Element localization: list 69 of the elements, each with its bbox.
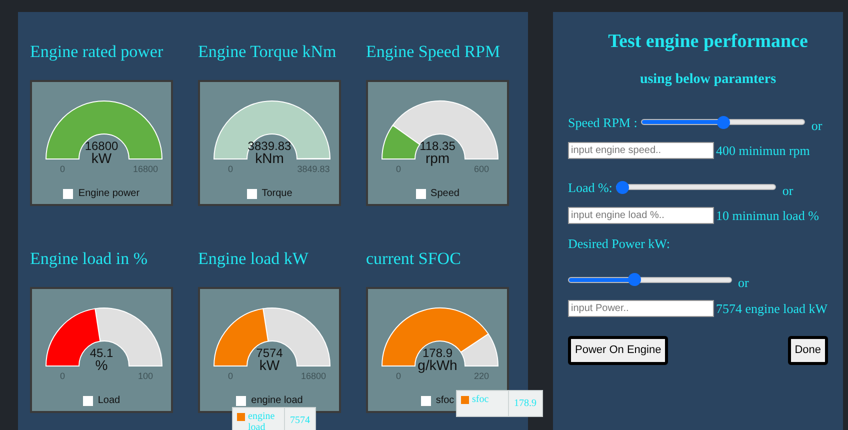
gauge-max: 100 xyxy=(138,371,154,381)
tooltip-label: sfoc xyxy=(472,394,489,405)
legend-checkbox[interactable] xyxy=(416,188,426,198)
gauge-title: Engine rated power xyxy=(30,41,164,63)
gauge-title: Engine Speed RPM xyxy=(366,41,500,63)
gauge-unit: kW xyxy=(91,152,112,164)
gauge-unit: % xyxy=(95,359,108,371)
gauge-min: 0 xyxy=(396,371,401,381)
legend-label: Load xyxy=(98,394,120,408)
gauge-max: 220 xyxy=(474,371,490,381)
slider-thumb[interactable] xyxy=(616,180,630,194)
gauge-max: 3849.83 xyxy=(297,164,330,174)
input-field[interactable]: input engine load %.. xyxy=(568,207,714,224)
or-label: or xyxy=(738,274,749,292)
action-button[interactable]: Done xyxy=(788,336,828,364)
tooltip-value: 178.9 xyxy=(513,397,538,411)
gauge-value: 7574 xyxy=(256,347,283,359)
gauge-value: 178.9 xyxy=(422,347,453,359)
panel-title: Test engine performance xyxy=(607,30,809,54)
gauge-min: 0 xyxy=(228,164,233,174)
gauge-title: current SFOC xyxy=(366,248,461,270)
slider-label: Load %: xyxy=(568,178,612,196)
slider-thumb[interactable] xyxy=(628,273,642,286)
legend-label: sfoc xyxy=(436,394,454,408)
legend-label: engine load xyxy=(251,394,303,408)
gauge-max: 600 xyxy=(474,164,490,174)
field-note: 400 minimun rpm xyxy=(716,142,810,160)
gauge-max: 16800 xyxy=(132,164,158,174)
gauge-max: 16800 xyxy=(300,371,326,381)
tooltip-value: 7574 xyxy=(289,414,311,428)
or-label: or xyxy=(811,116,822,134)
input-field[interactable]: input Power.. xyxy=(568,300,714,317)
gauge-value: 16800 xyxy=(84,140,118,152)
slider-thumb[interactable] xyxy=(716,116,730,129)
input-field[interactable]: input engine speed.. xyxy=(568,142,714,160)
gauge-title: Engine load in % xyxy=(30,248,148,270)
field-note: 10 minimun load % xyxy=(716,207,819,225)
gauge-min: 0 xyxy=(396,164,401,174)
legend-label: Engine power xyxy=(78,187,140,201)
or-label: or xyxy=(782,182,794,200)
gauge-unit: rpm xyxy=(425,152,450,164)
tooltip-swatch xyxy=(461,396,469,404)
gauge-min: 0 xyxy=(60,371,65,381)
legend-checkbox[interactable] xyxy=(236,396,246,406)
gauge-unit: g/kWh xyxy=(418,359,458,371)
slider-label: Speed RPM : xyxy=(568,114,638,132)
action-button[interactable]: Power On Engine xyxy=(568,336,668,364)
gauge-unit: kNm xyxy=(255,152,284,164)
legend-label: Torque xyxy=(262,187,292,201)
tooltip-swatch xyxy=(237,413,245,421)
slider[interactable] xyxy=(568,272,732,287)
legend-checkbox[interactable] xyxy=(246,188,257,198)
legend-label: Speed xyxy=(430,187,460,201)
legend-checkbox[interactable] xyxy=(420,396,431,406)
legend-checkbox[interactable] xyxy=(82,396,93,406)
gauge-unit: kW xyxy=(259,359,280,371)
section-label: Desired Power kW: xyxy=(568,234,672,252)
gauge-min: 0 xyxy=(228,371,233,381)
field-note: 7574 engine load kW xyxy=(716,300,828,318)
panel-subtitle: using below paramters xyxy=(638,70,778,88)
tooltip-label: engine load xyxy=(248,411,276,430)
gauge-value: 118.35 xyxy=(420,140,456,152)
legend-checkbox[interactable] xyxy=(63,188,74,198)
gauge-value: 45.1 xyxy=(90,347,114,359)
gauge-title: Engine load kW xyxy=(198,248,308,270)
slider[interactable] xyxy=(616,180,776,194)
slider[interactable] xyxy=(641,115,806,130)
gauge-title: Engine Torque kNm xyxy=(198,41,336,63)
gauge-min: 0 xyxy=(60,164,65,174)
